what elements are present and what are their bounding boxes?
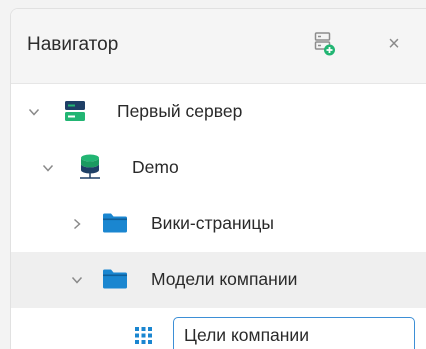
grid-icon [135, 327, 152, 344]
chevron-down-icon[interactable] [71, 274, 83, 286]
tree-item-label: Первый сервер [117, 101, 243, 121]
chevron-down-icon[interactable] [42, 162, 54, 174]
tree-item-company-models[interactable]: Модели компании [11, 252, 426, 308]
tree-item-database[interactable]: Demo [11, 140, 426, 196]
navigator-header: Навигатор × [11, 9, 426, 84]
chevron-right-icon[interactable] [71, 218, 83, 230]
navigator-panel: Навигатор × Первый сервер Demo Вики-стра… [10, 8, 426, 349]
folder-icon [103, 213, 127, 233]
folder-icon [103, 269, 127, 289]
server-icon [65, 101, 85, 121]
rename-input[interactable] [173, 317, 415, 349]
tree-item-server[interactable]: Первый сервер [11, 84, 426, 140]
add-server-icon[interactable] [314, 31, 336, 57]
navigator-title: Навигатор [27, 34, 119, 55]
tree-item-label: Demo [132, 157, 179, 177]
tree-item-label: Модели компании [151, 269, 298, 289]
tree-item-wiki-pages[interactable]: Вики-страницы [11, 196, 426, 252]
tree-item-company-goals[interactable] [11, 308, 426, 349]
close-icon[interactable]: × [383, 33, 405, 55]
tree-item-label: Вики-страницы [151, 213, 274, 233]
database-icon [80, 154, 100, 179]
chevron-down-icon[interactable] [28, 106, 40, 118]
